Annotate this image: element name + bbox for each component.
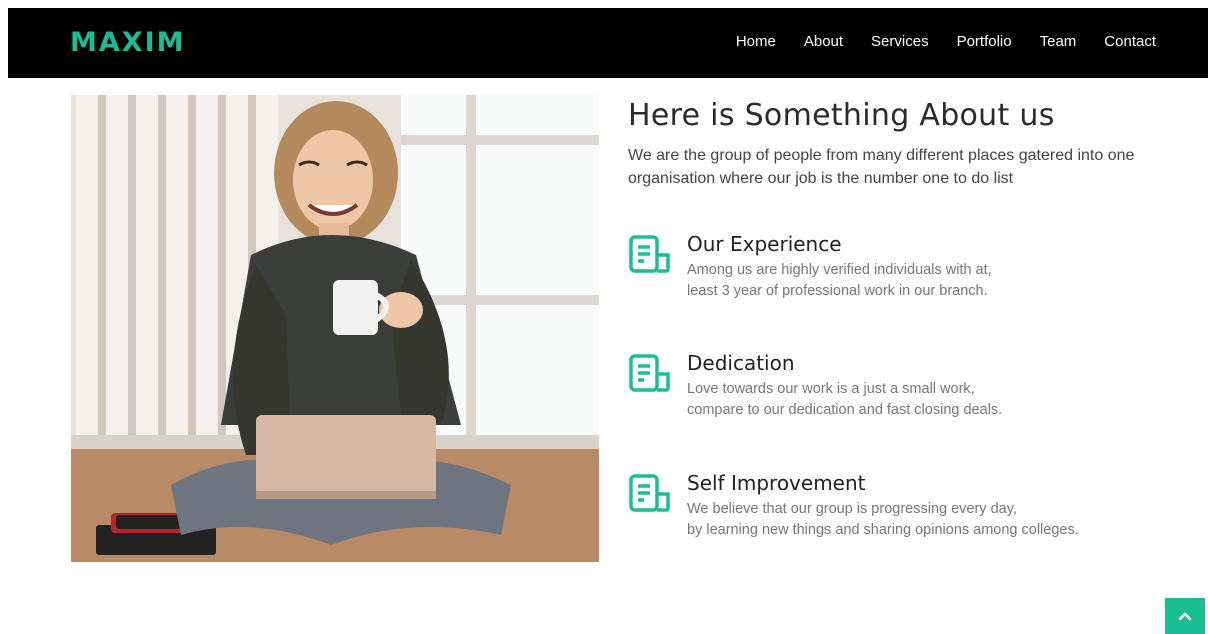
feature-description: We believe that our group is progressing… xyxy=(687,499,1147,541)
document-icon xyxy=(629,235,670,273)
nav-portfolio[interactable]: Portfolio xyxy=(957,32,1012,52)
about-photo xyxy=(71,95,599,562)
feature-line: We believe that our group is progressing… xyxy=(687,501,1017,517)
nav-contact[interactable]: Contact xyxy=(1104,32,1156,52)
logo[interactable]: MAXIM xyxy=(70,26,186,60)
nav-menu: Home About Services Portfolio Team Conta… xyxy=(708,32,1156,52)
about-title: Here is Something About us xyxy=(628,98,1055,133)
nav-team[interactable]: Team xyxy=(1040,32,1077,52)
feature-description: Love towards our work is a just a small … xyxy=(687,379,1147,421)
feature-line: Among us are highly verified individuals… xyxy=(687,262,992,278)
feature-line: compare to our dedication and fast closi… xyxy=(687,402,1003,418)
document-icon xyxy=(629,474,670,512)
nav-services[interactable]: Services xyxy=(871,32,929,52)
about-intro: We are the group of people from many dif… xyxy=(628,147,1135,187)
page: MAXIM Home About Services Portfolio Team… xyxy=(0,0,1208,634)
navbar: MAXIM Home About Services Portfolio Team… xyxy=(8,8,1208,78)
document-icon xyxy=(629,354,670,392)
chevron-up-icon xyxy=(1178,612,1192,621)
feature-title: Self Improvement xyxy=(687,471,866,495)
back-to-top-button[interactable] xyxy=(1165,598,1205,634)
feature-line: by learning new things and sharing opini… xyxy=(687,522,1079,538)
nav-about[interactable]: About xyxy=(804,32,843,52)
feature-line: Love towards our work is a just a small … xyxy=(687,381,975,397)
nav-home[interactable]: Home xyxy=(736,32,776,52)
woman-with-laptop-illustration xyxy=(71,95,599,562)
feature-description: Among us are highly verified individuals… xyxy=(687,260,1147,302)
feature-line: least 3 year of professional work in our… xyxy=(687,283,988,299)
feature-title: Our Experience xyxy=(687,232,842,256)
feature-title: Dedication xyxy=(687,351,795,375)
